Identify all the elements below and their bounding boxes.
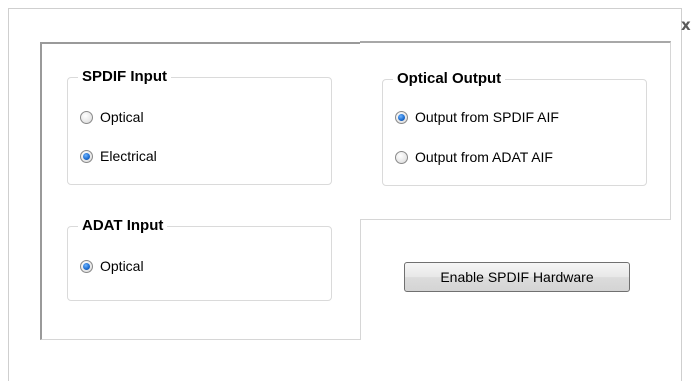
output-panel: Optical Output Output from SPDIF AIF Out…: [360, 41, 671, 220]
adat-input-optical-radio[interactable]: Optical: [80, 257, 144, 275]
optical-output-title: Optical Output: [393, 70, 506, 88]
close-icon[interactable]: x: [681, 17, 691, 33]
spdif-input-electrical-radio[interactable]: Electrical: [80, 147, 157, 165]
adat-input-title: ADAT Input: [78, 217, 168, 235]
radio-unchecked-icon[interactable]: [80, 110, 93, 124]
radio-label: Output from SPDIF AIF: [415, 109, 559, 125]
adat-input-group: ADAT Input Optical: [67, 217, 332, 301]
spdif-settings-dialog: x SPDIF Input Optical Electrical ADAT In…: [0, 0, 696, 381]
spdif-input-group: SPDIF Input Optical Electrical: [67, 68, 332, 185]
output-from-adat-radio[interactable]: Output from ADAT AIF: [395, 148, 553, 166]
radio-unchecked-icon[interactable]: [395, 150, 408, 164]
radio-label: Electrical: [100, 148, 157, 164]
output-from-spdif-radio[interactable]: Output from SPDIF AIF: [395, 108, 559, 126]
radio-label: Output from ADAT AIF: [415, 149, 553, 165]
radio-label: Optical: [100, 109, 144, 125]
radio-checked-icon[interactable]: [80, 259, 93, 273]
optical-output-group: Optical Output Output from SPDIF AIF Out…: [382, 70, 647, 186]
radio-label: Optical: [100, 258, 144, 274]
enable-spdif-hardware-button[interactable]: Enable SPDIF Hardware: [404, 262, 630, 292]
spdif-input-optical-radio[interactable]: Optical: [80, 108, 144, 126]
radio-checked-icon[interactable]: [80, 149, 93, 163]
input-panel: SPDIF Input Optical Electrical ADAT Inpu…: [40, 42, 361, 340]
radio-checked-icon[interactable]: [395, 110, 408, 124]
spdif-input-title: SPDIF Input: [78, 68, 171, 86]
